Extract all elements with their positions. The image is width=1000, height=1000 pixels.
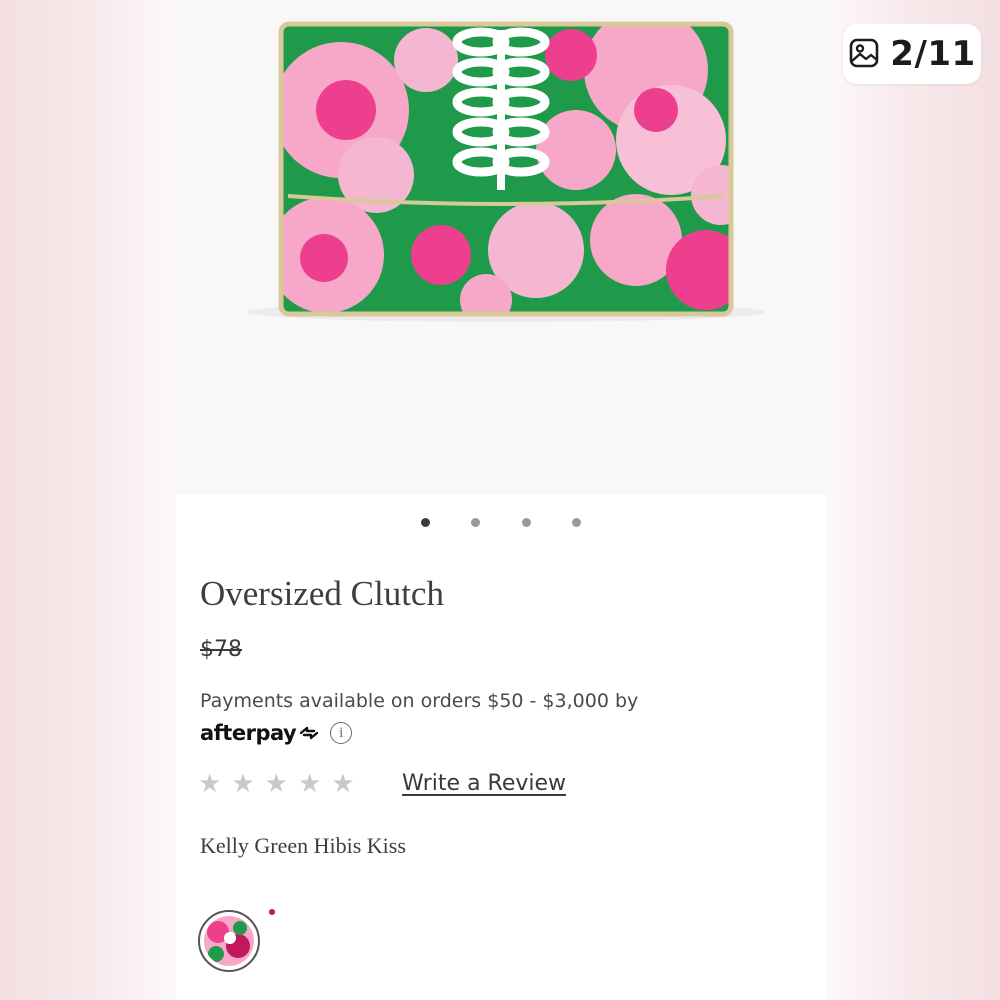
- background-right: [826, 0, 1000, 1000]
- image-gallery-icon: [849, 38, 879, 68]
- product-title: Oversized Clutch: [200, 574, 444, 613]
- image-counter-text: 2/11: [890, 34, 976, 74]
- star-icon: ★: [198, 768, 222, 798]
- star-icon: ★: [264, 768, 288, 798]
- product-image[interactable]: [176, 0, 826, 495]
- product-price: $78: [200, 637, 242, 662]
- carousel-dots: [421, 518, 581, 528]
- carousel-dot[interactable]: [571, 518, 581, 527]
- carousel-dot[interactable]: [471, 518, 481, 527]
- image-counter-badge: 2/11: [843, 24, 981, 84]
- color-name: Kelly Green Hibis Kiss: [200, 833, 406, 858]
- star-icon: ★: [231, 768, 255, 798]
- selected-indicator-dot: [269, 909, 275, 915]
- afterpay-row: afterpay i: [200, 716, 353, 750]
- color-swatch[interactable]: [198, 910, 260, 972]
- afterpay-arrows-icon: [300, 726, 319, 740]
- afterpay-label: afterpay: [200, 721, 297, 745]
- info-icon[interactable]: i: [330, 722, 353, 744]
- background-left: [0, 0, 176, 1000]
- write-review-link[interactable]: Write a Review: [402, 771, 566, 796]
- clutch-illustration: [246, 21, 766, 322]
- rating-stars[interactable]: ★ ★ ★ ★ ★: [198, 770, 355, 796]
- star-icon: ★: [297, 768, 322, 798]
- swatch-print-thumbnail: [204, 916, 254, 966]
- star-icon: ★: [331, 768, 355, 798]
- product-card: Oversized Clutch $78 Payments available …: [176, 0, 826, 1000]
- carousel-dot[interactable]: [521, 518, 531, 527]
- carousel-dot[interactable]: [421, 518, 430, 527]
- afterpay-logo[interactable]: afterpay: [200, 721, 320, 745]
- payments-text: Payments available on orders $50 - $3,00…: [200, 690, 639, 712]
